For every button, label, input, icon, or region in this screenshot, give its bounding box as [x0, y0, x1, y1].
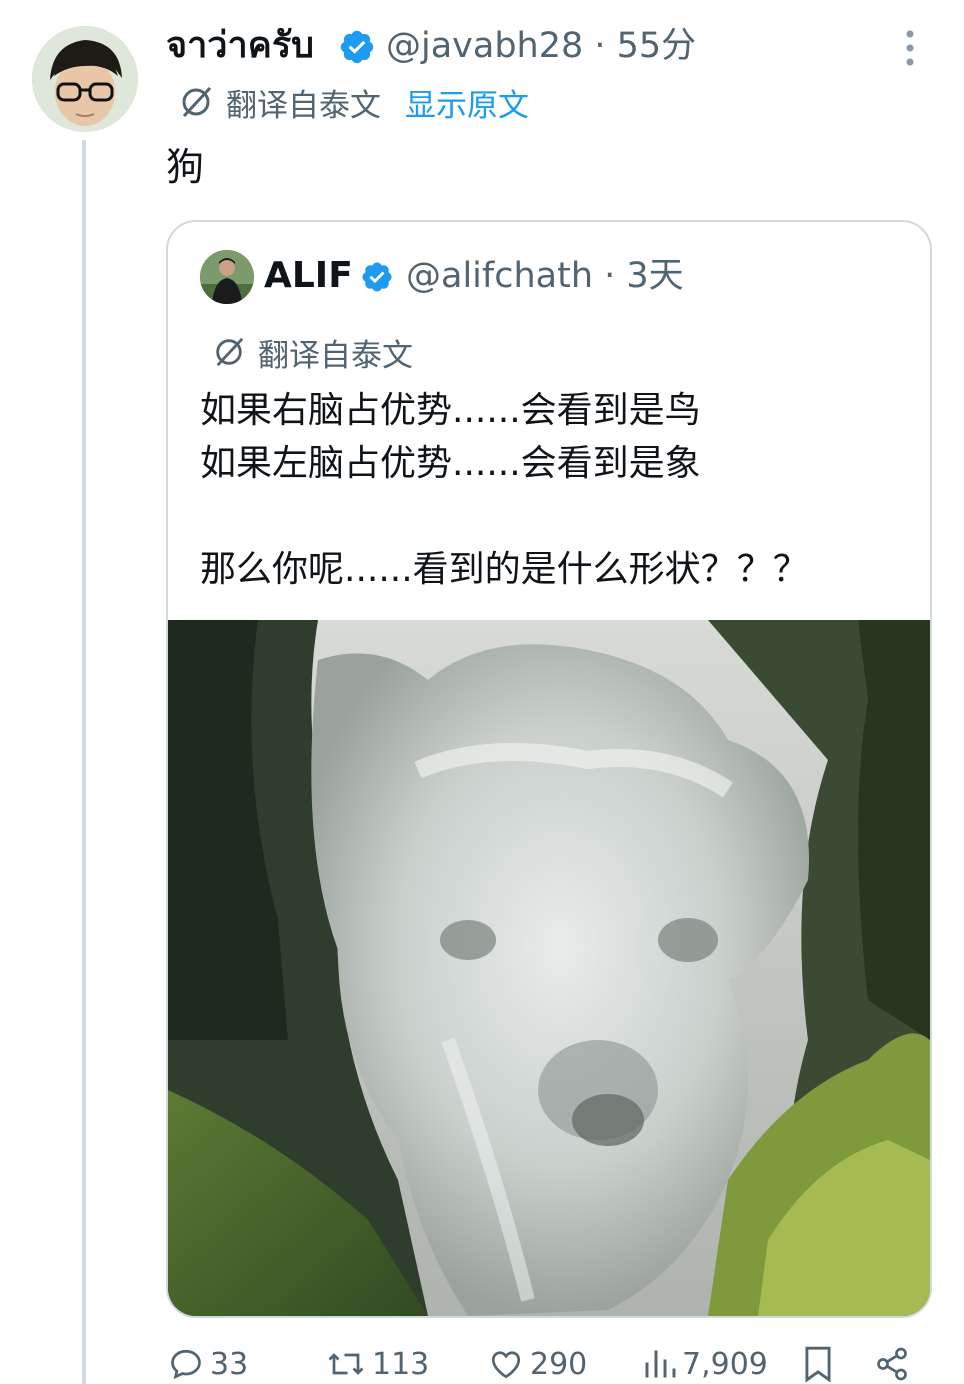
translate-icon	[182, 86, 212, 118]
views-icon	[645, 1350, 676, 1378]
translate-label: 翻译自泰文	[226, 87, 381, 124]
quoted-tweet-card[interactable]: ALIF @alifchath · 3天 翻译自泰文 如果右脑占优势......…	[166, 220, 932, 1318]
verified-badge-icon	[362, 262, 392, 292]
quoted-translation-row: 翻译自泰文	[212, 332, 413, 374]
reply-button[interactable]: 33	[168, 1344, 248, 1384]
quoted-tweet-text: 如果右脑占优势......会看到是鸟 如果左脑占优势......会看到是象 那么…	[200, 390, 809, 590]
quoted-author-avatar[interactable]	[200, 250, 254, 304]
show-original-link[interactable]: 显示原文	[405, 80, 529, 125]
like-count: 290	[530, 1346, 588, 1382]
quoted-translate-label: 翻译自泰文	[258, 337, 413, 374]
retweet-icon	[328, 1353, 364, 1375]
like-button[interactable]: 290	[488, 1344, 587, 1384]
reply-icon	[171, 1349, 201, 1380]
reply-count: 33	[210, 1346, 249, 1382]
retweet-button[interactable]: 113	[326, 1344, 429, 1384]
views-button[interactable]: 7,909	[642, 1344, 768, 1384]
author-avatar[interactable]	[32, 26, 138, 132]
quoted-author-handle-time[interactable]: @alifchath · 3天	[406, 254, 684, 298]
like-icon	[491, 1351, 521, 1379]
author-handle-time[interactable]: @javabh28 · 55分	[386, 24, 696, 68]
bookmark-button[interactable]	[802, 1344, 834, 1384]
views-count: 7,909	[682, 1346, 768, 1382]
verified-badge-icon	[340, 30, 374, 64]
translation-row: 翻译自泰文 显示原文	[178, 80, 529, 125]
retweet-count: 113	[372, 1346, 430, 1382]
waterfall-bear-image[interactable]	[168, 620, 930, 1316]
quoted-author-name[interactable]: ALIF	[264, 254, 353, 298]
share-button[interactable]	[874, 1344, 910, 1384]
more-dots-icon[interactable]	[898, 28, 922, 68]
thread-line	[82, 140, 86, 1384]
share-icon	[877, 1347, 907, 1381]
tweet-text: 狗	[166, 145, 205, 189]
bookmark-icon	[805, 1346, 831, 1383]
author-name[interactable]: จาว่าครับ	[166, 24, 314, 68]
translate-icon	[216, 337, 244, 367]
